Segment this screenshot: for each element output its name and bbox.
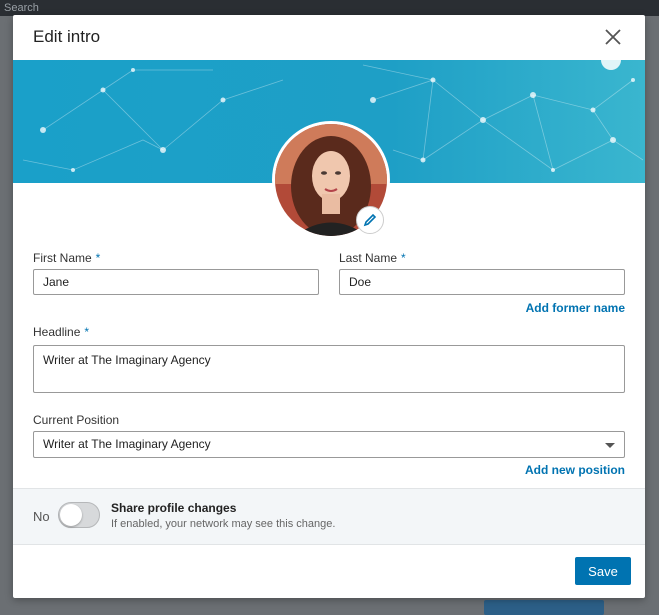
add-former-name-link[interactable]: Add former name (526, 301, 625, 315)
share-subtitle: If enabled, your network may see this ch… (111, 518, 336, 530)
headline-label-text: Headline (33, 325, 81, 339)
background-left (0, 16, 13, 615)
headline-textarea[interactable]: Writer at The Imaginary Agency (33, 345, 625, 393)
edit-photo-button[interactable] (356, 206, 384, 234)
share-profile-changes-bar: No Share profile changes If enabled, you… (13, 488, 645, 545)
first-name-label: First Name * (33, 251, 100, 265)
edit-intro-modal: Edit intro First Name * Jane Last Name *… (13, 15, 645, 598)
first-name-input[interactable]: Jane (33, 269, 319, 295)
background-right (645, 16, 659, 615)
background-button (484, 600, 604, 615)
modal-header: Edit intro (13, 15, 645, 60)
required-marker: * (401, 251, 406, 265)
first-name-label-text: First Name (33, 251, 92, 265)
background-search-text: Search (4, 2, 39, 14)
share-profile-toggle[interactable] (58, 502, 100, 528)
last-name-input[interactable]: Doe (339, 269, 625, 295)
background-topbar: Search (0, 0, 659, 16)
toggle-state-label: No (33, 509, 50, 524)
required-marker: * (95, 251, 101, 265)
last-name-label: Last Name * (339, 251, 406, 265)
add-new-position-link[interactable]: Add new position (525, 463, 625, 477)
modal-title: Edit intro (33, 27, 101, 46)
headline-label: Headline * (33, 325, 89, 339)
pencil-icon (363, 213, 377, 227)
chevron-down-icon (605, 443, 615, 448)
share-title: Share profile changes (111, 501, 237, 515)
save-button[interactable]: Save (575, 557, 631, 585)
close-icon[interactable] (603, 27, 623, 47)
last-name-label-text: Last Name (339, 251, 398, 265)
current-position-select[interactable]: Writer at The Imaginary Agency (33, 431, 625, 458)
current-position-label: Current Position (33, 413, 120, 427)
toggle-knob (60, 504, 82, 526)
current-position-value: Writer at The Imaginary Agency (43, 437, 211, 451)
required-marker: * (84, 325, 90, 339)
